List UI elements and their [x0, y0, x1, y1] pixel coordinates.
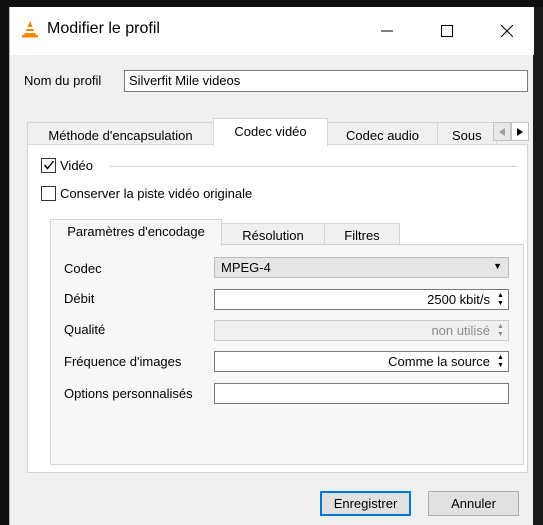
framerate-label: Fréquence d'images — [64, 354, 182, 369]
tab-video-codec[interactable]: Codec vidéo — [213, 118, 328, 146]
tab-encapsulation-label: Méthode d'encapsulation — [48, 128, 193, 143]
codec-select-value: MPEG-4 — [221, 260, 271, 275]
spin-up-icon: ▲ — [497, 353, 504, 361]
quality-spinner[interactable]: ▲ ▼ — [494, 322, 507, 339]
bitrate-spinner[interactable]: ▲ ▼ — [494, 291, 507, 308]
custom-options-input[interactable] — [214, 383, 509, 404]
tab-filters[interactable]: Filtres — [324, 223, 400, 245]
minimize-button[interactable] — [364, 7, 410, 55]
tab-scroll-left-button[interactable] — [493, 122, 511, 141]
maximize-icon — [441, 25, 453, 37]
bitrate-label: Débit — [64, 291, 95, 306]
arrow-left-icon — [499, 127, 505, 136]
framerate-spinbox[interactable]: Comme la source ▲ ▼ — [214, 351, 509, 372]
encoding-parameters-panel: Codec MPEG-4 ▼ Débit 2500 kbit/s ▲ ▼ Qual… — [50, 244, 524, 465]
custom-options-label: Options personnalisés — [64, 386, 193, 401]
tab-subtitles-label: Sous — [452, 128, 482, 143]
tab-video-codec-label: Codec vidéo — [234, 124, 307, 139]
save-button[interactable]: Enregistrer — [320, 491, 411, 516]
inner-tab-bar: Paramètres d'encodage Résolution Filtres — [50, 219, 520, 246]
profile-name-label: Nom du profil — [24, 73, 102, 88]
tab-scroll-right-button[interactable] — [511, 122, 529, 141]
maximize-button[interactable] — [424, 7, 470, 55]
bitrate-spinbox[interactable]: 2500 kbit/s ▲ ▼ — [214, 289, 509, 310]
video-checkbox-label: Vidéo — [60, 158, 94, 173]
outer-tab-bar: Méthode d'encapsulation Codec vidéo Code… — [27, 118, 529, 146]
spin-up-icon: ▲ — [497, 322, 504, 330]
arrow-right-icon — [517, 127, 523, 136]
tab-resolution-label: Résolution — [242, 228, 304, 243]
tab-encoding-parameters-label: Paramètres d'encodage — [67, 224, 205, 239]
window-title: Modifier le profil — [47, 20, 160, 37]
tab-audio-codec[interactable]: Codec audio — [327, 122, 438, 145]
tab-encapsulation[interactable]: Méthode d'encapsulation — [27, 122, 214, 145]
screen-edge-top — [0, 0, 543, 7]
group-divider — [109, 166, 517, 167]
vlc-cone-icon — [22, 21, 38, 38]
quality-value: non utilisé — [431, 323, 490, 338]
tab-audio-codec-label: Codec audio — [346, 128, 419, 143]
title-bar: Modifier le profil — [10, 7, 534, 55]
chevron-down-icon: ▼ — [493, 261, 502, 271]
minimize-icon — [381, 30, 393, 32]
bitrate-value: 2500 kbit/s — [427, 292, 490, 307]
spin-down-icon: ▼ — [497, 330, 504, 338]
codec-label: Codec — [64, 261, 102, 276]
keep-original-checkbox[interactable] — [41, 186, 56, 201]
close-button[interactable] — [484, 7, 530, 55]
quality-label: Qualité — [64, 322, 106, 337]
spin-down-icon: ▼ — [497, 299, 504, 307]
tab-encoding-parameters[interactable]: Paramètres d'encodage — [50, 219, 222, 246]
framerate-value: Comme la source — [388, 354, 490, 369]
codec-select[interactable]: MPEG-4 ▼ — [214, 257, 509, 278]
keep-original-label: Conserver la piste vidéo originale — [60, 186, 253, 201]
checkmark-icon — [43, 160, 55, 170]
quality-spinbox[interactable]: non utilisé ▲ ▼ — [214, 320, 509, 341]
spin-down-icon: ▼ — [497, 361, 504, 369]
tab-subtitles[interactable]: Sous — [437, 122, 497, 145]
profile-dialog: Modifier le profil Nom du profil Silverf… — [9, 7, 534, 525]
tab-scroller — [493, 122, 529, 141]
close-icon — [501, 25, 513, 37]
spin-up-icon: ▲ — [497, 291, 504, 299]
cancel-button[interactable]: Annuler — [428, 491, 519, 516]
tab-resolution[interactable]: Résolution — [221, 223, 325, 245]
screen-edge-left — [0, 0, 9, 525]
framerate-spinner[interactable]: ▲ ▼ — [494, 353, 507, 370]
profile-name-input[interactable]: Silverfit Mile videos — [124, 70, 528, 92]
tab-filters-label: Filtres — [344, 228, 380, 243]
screen-edge-right — [533, 7, 543, 525]
video-checkbox[interactable] — [41, 158, 56, 173]
